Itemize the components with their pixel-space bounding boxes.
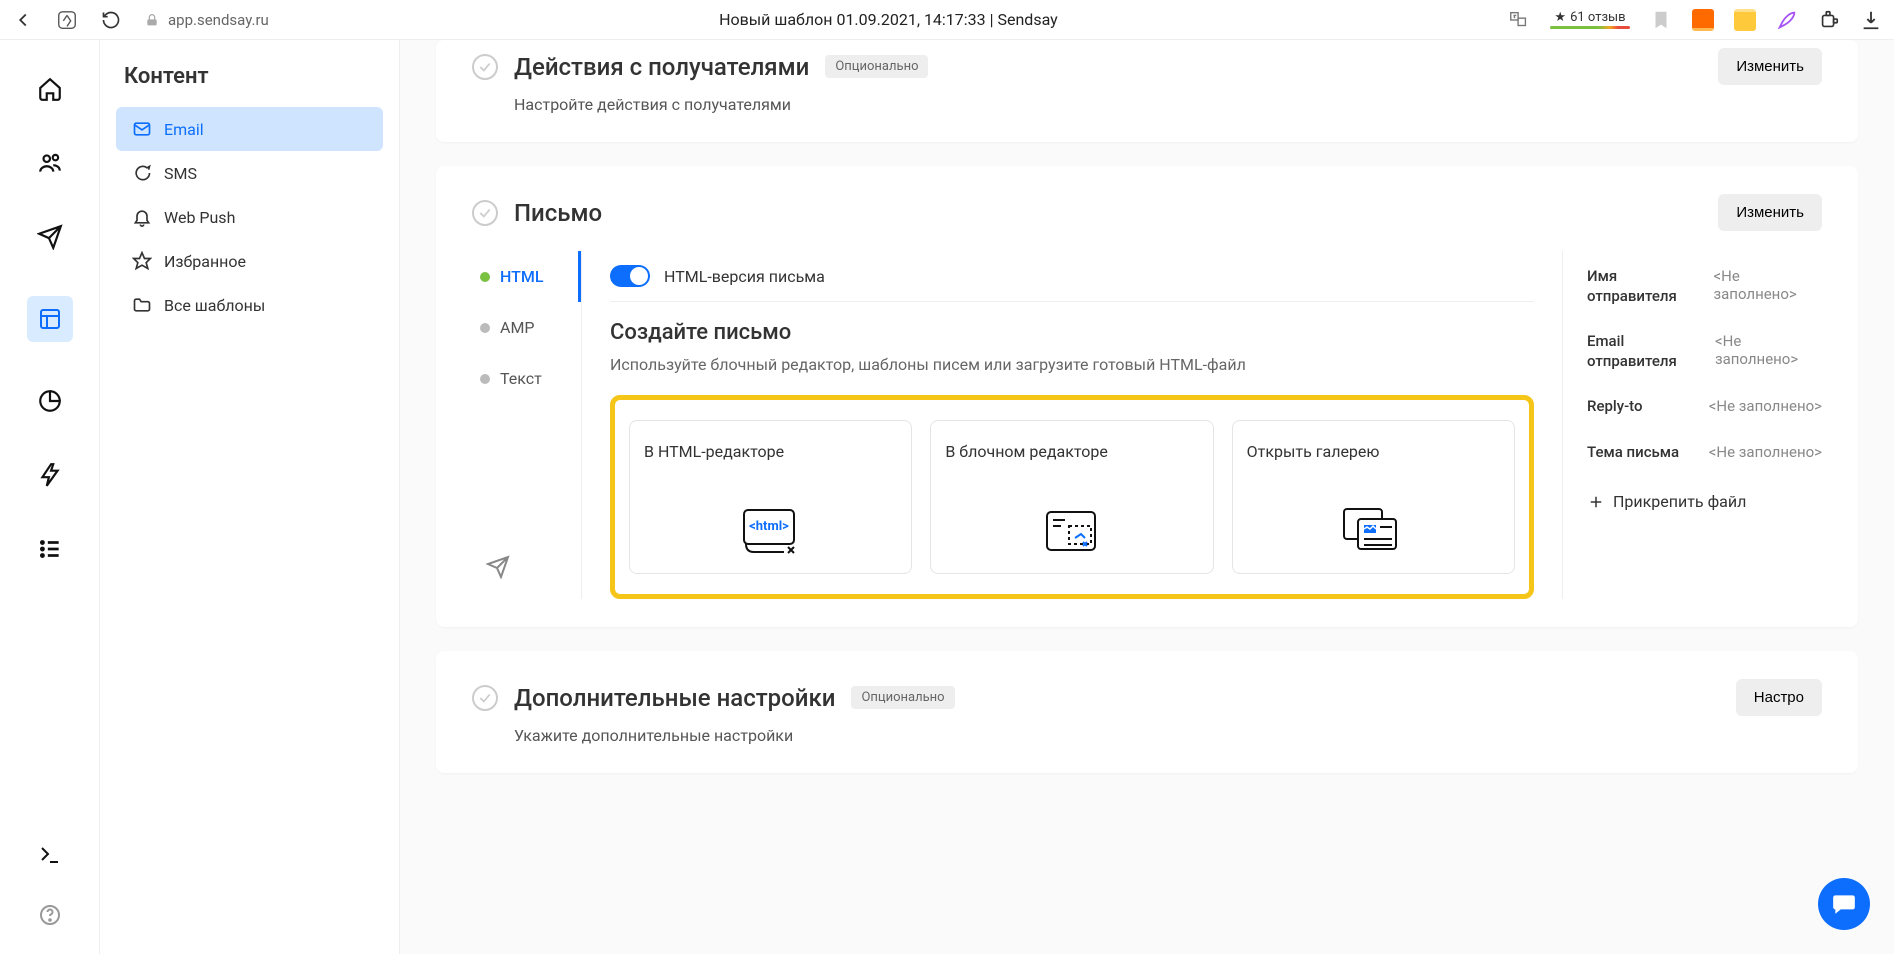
- sidebar-item-label: SMS: [164, 164, 197, 183]
- page-title: Новый шаблон 01.09.2021, 14:17:33 | Send…: [289, 10, 1488, 29]
- option-block-editor[interactable]: В блочном редакторе: [930, 420, 1213, 574]
- people-icon[interactable]: [35, 148, 65, 178]
- send-icon[interactable]: [35, 222, 65, 252]
- check-icon: [472, 685, 498, 711]
- reload-icon[interactable]: [100, 9, 122, 31]
- svg-text:<html>: <html>: [749, 519, 789, 534]
- download-icon[interactable]: [1860, 9, 1882, 31]
- tab-label: HTML: [500, 267, 544, 286]
- console-icon[interactable]: [35, 840, 65, 870]
- reviews-text: 61 отзыв: [1570, 11, 1626, 24]
- tab-html[interactable]: HTML: [472, 251, 581, 302]
- section-title: Письмо: [514, 199, 602, 227]
- optional-badge: Опционально: [851, 686, 954, 709]
- sidebar-item-webpush[interactable]: Web Push: [116, 195, 383, 239]
- analytics-icon[interactable]: [35, 386, 65, 416]
- sidebar-item-label: Web Push: [164, 208, 235, 227]
- list-icon[interactable]: [35, 534, 65, 564]
- sidebar-item-email[interactable]: Email: [116, 107, 383, 151]
- mail-icon: [132, 119, 152, 139]
- send-preview-icon[interactable]: [472, 535, 581, 599]
- feather-icon[interactable]: [1776, 9, 1798, 31]
- option-open-gallery[interactable]: Открыть галерею: [1232, 420, 1515, 574]
- back-icon[interactable]: [12, 9, 34, 31]
- letter-tabs: HTML AMP Текст: [472, 251, 582, 599]
- plus-icon: [1587, 493, 1605, 511]
- letter-aside: Имя отправителя<Не заполнено> Email отпр…: [1562, 251, 1822, 599]
- field-subject: Тема письма<Не заполнено>: [1587, 443, 1822, 463]
- check-icon: [472, 54, 498, 80]
- section-additional: Дополнительные настройки Опционально Нас…: [436, 651, 1858, 773]
- create-letter-heading: Создайте письмо: [610, 320, 1534, 345]
- extension-orange-icon[interactable]: [1692, 9, 1714, 31]
- templates-icon[interactable]: [27, 296, 73, 342]
- option-label: Открыть галерею: [1247, 441, 1500, 489]
- url-text: app.sendsay.ru: [168, 11, 269, 29]
- editor-options-highlight: В HTML-редакторе <html> В блочном редакт…: [610, 395, 1534, 599]
- translate-icon[interactable]: [1508, 9, 1530, 31]
- star-icon: [132, 251, 152, 271]
- html-version-toggle[interactable]: [610, 265, 650, 287]
- letter-main: HTML-версия письма Создайте письмо Испол…: [582, 251, 1562, 599]
- chat-widget[interactable]: [1818, 878, 1870, 930]
- section-desc: Настройте действия с получателями: [514, 95, 1822, 114]
- sidebar-item-all-templates[interactable]: Все шаблоны: [116, 283, 383, 327]
- attach-file-button[interactable]: Прикрепить файл: [1587, 492, 1822, 511]
- side-panel-title: Контент: [116, 64, 383, 107]
- tab-label: Текст: [500, 369, 542, 388]
- create-letter-hint: Используйте блочный редактор, шаблоны пи…: [610, 353, 1534, 377]
- edit-button[interactable]: Настро: [1736, 679, 1822, 716]
- automation-icon[interactable]: [35, 460, 65, 490]
- html-editor-icon: <html>: [644, 505, 897, 557]
- yandex-icon[interactable]: [56, 9, 78, 31]
- bookmark-icon[interactable]: [1650, 9, 1672, 31]
- edit-button[interactable]: Изменить: [1718, 194, 1822, 231]
- field-sender-name: Имя отправителя<Не заполнено>: [1587, 267, 1822, 306]
- sidebar-item-sms[interactable]: SMS: [116, 151, 383, 195]
- sidebar-item-favorites[interactable]: Избранное: [116, 239, 383, 283]
- section-desc: Укажите дополнительные настройки: [514, 726, 1822, 745]
- attach-label: Прикрепить файл: [1613, 492, 1746, 511]
- field-replyto: Reply-to<Не заполнено>: [1587, 397, 1822, 417]
- gallery-icon: [1247, 505, 1500, 557]
- section-title: Действия с получателями: [514, 53, 809, 81]
- main-content: Действия с получателями Опционально Изме…: [400, 40, 1894, 954]
- tab-label: AMP: [500, 318, 535, 337]
- reviews-widget[interactable]: ★ 61 отзыв: [1550, 11, 1630, 29]
- option-label: В HTML-редакторе: [644, 441, 897, 489]
- edit-button[interactable]: Изменить: [1718, 48, 1822, 85]
- side-panel: Контент Email SMS Web Push Избранное Все…: [100, 40, 400, 954]
- nav-rail: [0, 40, 100, 954]
- sms-icon: [132, 163, 152, 183]
- extension-yellow-icon[interactable]: [1734, 9, 1756, 31]
- tab-amp[interactable]: AMP: [472, 302, 581, 353]
- toggle-label: HTML-версия письма: [664, 267, 825, 286]
- help-icon[interactable]: [35, 900, 65, 930]
- option-html-editor[interactable]: В HTML-редакторе <html>: [629, 420, 912, 574]
- sidebar-item-label: Email: [164, 120, 204, 139]
- home-icon[interactable]: [35, 74, 65, 104]
- browser-bar: app.sendsay.ru Новый шаблон 01.09.2021, …: [0, 0, 1894, 40]
- sidebar-item-label: Избранное: [164, 252, 246, 271]
- check-icon: [472, 200, 498, 226]
- extensions-icon[interactable]: [1818, 9, 1840, 31]
- section-title: Дополнительные настройки: [514, 684, 835, 712]
- sidebar-item-label: Все шаблоны: [164, 296, 265, 315]
- section-recipients: Действия с получателями Опционально Изме…: [436, 40, 1858, 142]
- folder-icon: [132, 295, 152, 315]
- bell-icon: [132, 207, 152, 227]
- url-bar[interactable]: app.sendsay.ru: [144, 11, 269, 29]
- block-editor-icon: [945, 505, 1198, 557]
- section-letter: Письмо Изменить HTML AMP Текст HTML-верс…: [436, 166, 1858, 627]
- tab-text[interactable]: Текст: [472, 353, 581, 404]
- option-label: В блочном редакторе: [945, 441, 1198, 489]
- field-sender-email: Email отправителя<Не заполнено>: [1587, 332, 1822, 371]
- optional-badge: Опционально: [825, 55, 928, 78]
